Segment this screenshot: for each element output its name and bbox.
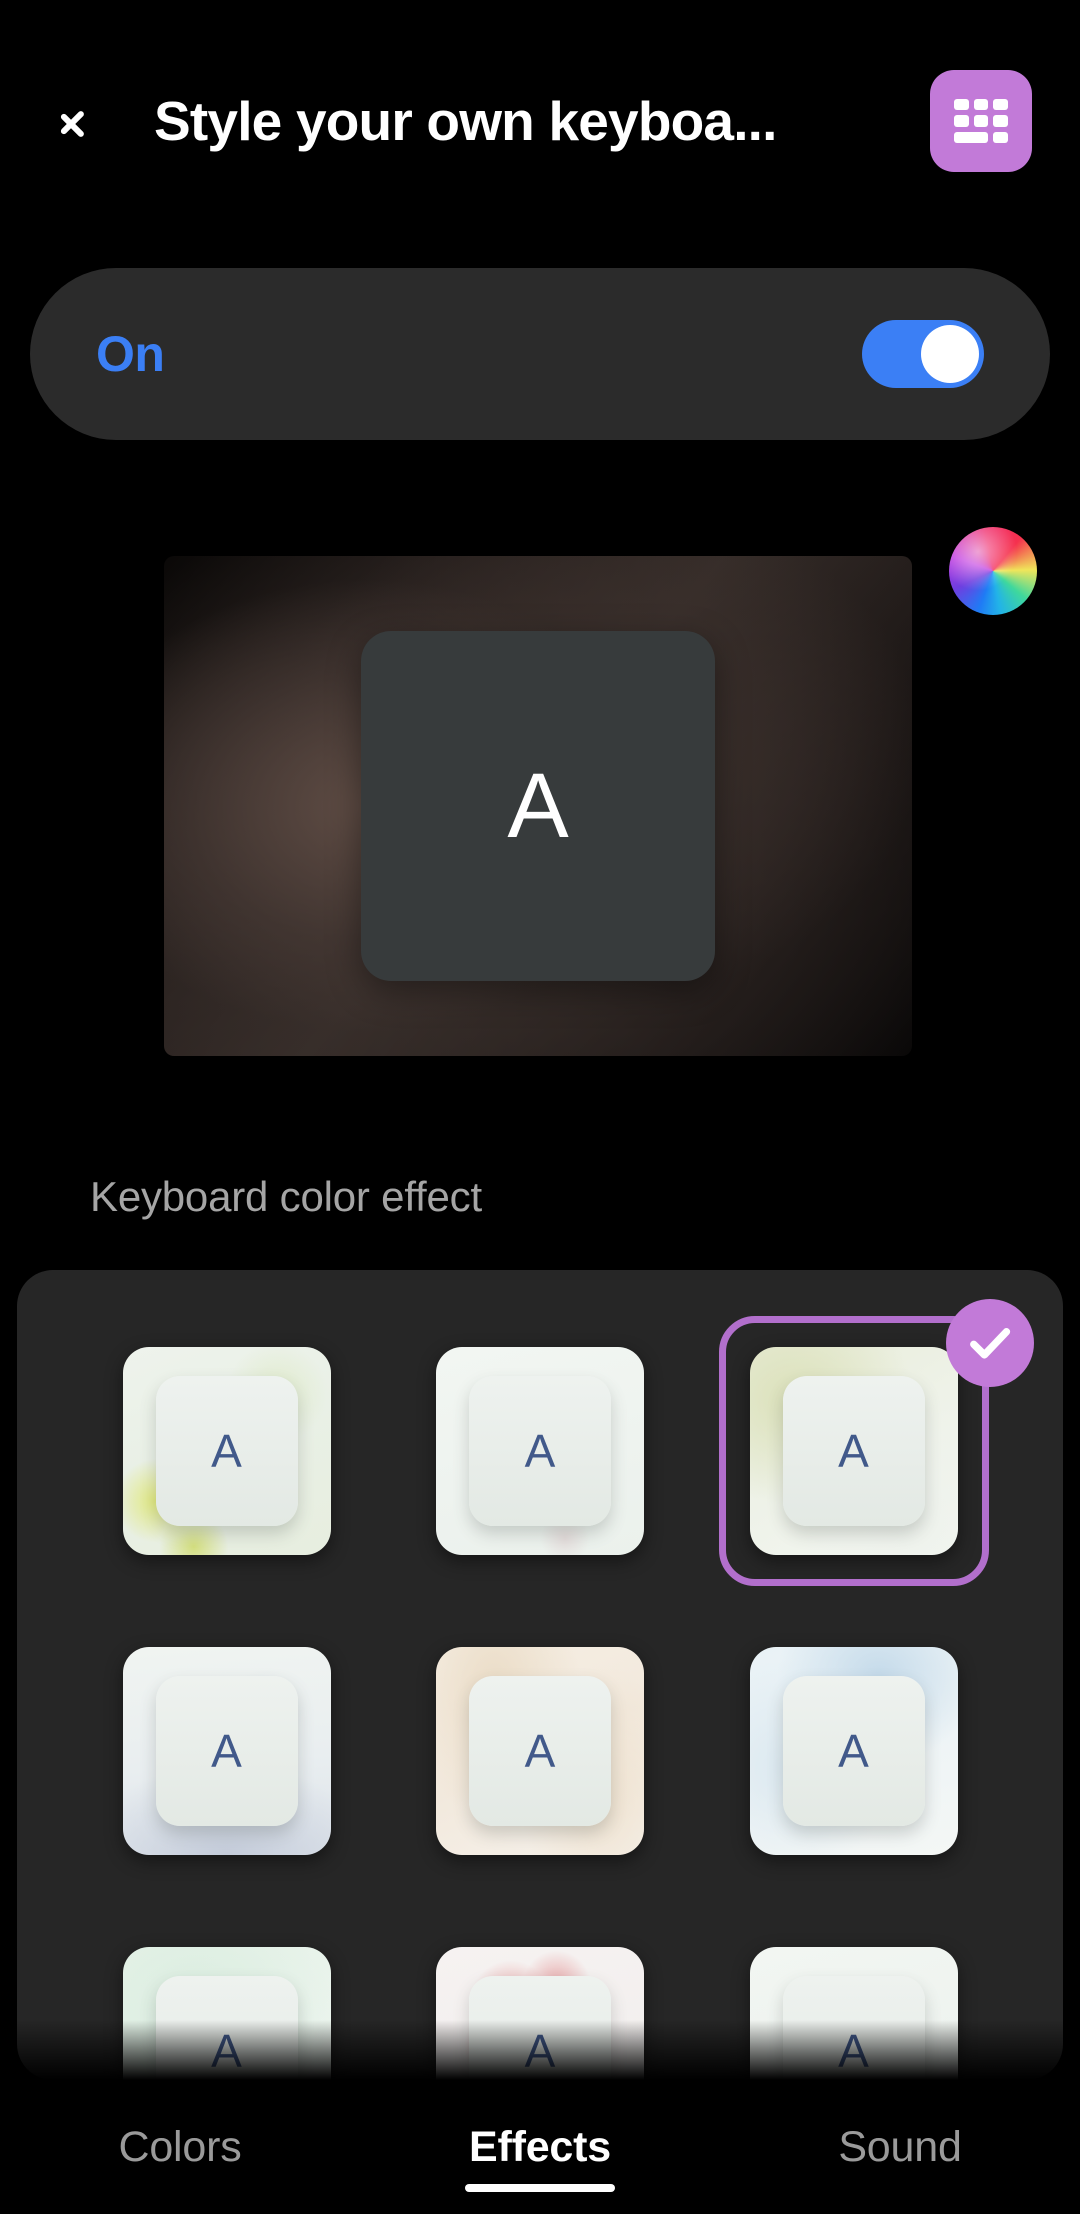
toggle-thumb <box>921 325 979 383</box>
chevron-left-icon <box>81 98 107 144</box>
app-screen: Style your own keyboa... On A Keyboard c… <box>0 0 1080 2214</box>
active-tab-indicator <box>465 2184 615 2192</box>
effect-key: A <box>155 1376 298 1526</box>
effect-key-letter: A <box>838 1425 869 1477</box>
enable-toggle-switch[interactable] <box>862 320 984 388</box>
back-button[interactable] <box>48 75 140 167</box>
effect-key: A <box>469 1976 611 2080</box>
keyboard-keys-glyph <box>954 99 1008 143</box>
check-icon <box>969 1328 1010 1359</box>
effect-option-8[interactable]: A <box>436 1947 644 2080</box>
effects-grid-panel: A A A A A A A A A <box>17 1270 1063 2080</box>
effect-thumbnail: A <box>122 1347 331 1555</box>
effect-key: A <box>469 1676 611 1826</box>
keyboard-preview[interactable]: A <box>164 556 912 1056</box>
page-title: Style your own keyboa... <box>154 90 777 152</box>
effect-thumbnail: A <box>436 1647 644 1855</box>
effect-thumbnail: A <box>749 1947 958 2080</box>
effect-key-letter: A <box>838 2025 869 2077</box>
effect-thumbnail: A <box>122 1947 331 2080</box>
effects-grid: A A A A A A A A A <box>17 1270 1063 2080</box>
selected-check-badge <box>945 1299 1034 1387</box>
effect-option-3[interactable]: A <box>718 1299 1034 1586</box>
effect-key: A <box>469 1376 611 1526</box>
effect-option-9[interactable]: A <box>749 1947 958 2080</box>
section-title: Keyboard color effect <box>90 1173 482 1220</box>
effect-thumbnail: A <box>749 1347 958 1555</box>
color-wheel-icon[interactable] <box>949 527 1037 615</box>
effect-thumbnail: A <box>436 1347 644 1555</box>
tab-effects[interactable]: Effects <box>360 2080 720 2214</box>
toggle-state-label: On <box>96 326 165 382</box>
effect-key-letter: A <box>211 1725 242 1777</box>
effect-option-4[interactable]: A <box>122 1647 331 1855</box>
effect-key-letter: A <box>524 1425 556 1477</box>
preview-key-letter: A <box>507 755 569 857</box>
enable-toggle-row[interactable]: On <box>30 268 1050 440</box>
effect-option-2[interactable]: A <box>436 1347 644 1555</box>
effect-key: A <box>782 1376 925 1526</box>
app-header: Style your own keyboa... <box>0 62 1080 180</box>
tab-sound-label: Sound <box>838 2122 962 2171</box>
effect-option-5[interactable]: A <box>436 1647 644 1855</box>
tab-colors[interactable]: Colors <box>0 2080 360 2214</box>
effect-key: A <box>782 1976 925 2080</box>
effect-option-6[interactable]: A <box>749 1647 958 1855</box>
tab-effects-label: Effects <box>469 2122 611 2171</box>
effect-key: A <box>155 1976 298 2080</box>
effect-key: A <box>155 1676 298 1826</box>
effect-option-7[interactable]: A <box>122 1947 331 2080</box>
tab-sound[interactable]: Sound <box>720 2080 1080 2214</box>
bottom-tab-bar: Colors Effects Sound <box>0 2080 1080 2214</box>
effect-thumbnail: A <box>122 1647 331 1855</box>
preview-key: A <box>361 631 715 981</box>
effect-key-letter: A <box>524 2025 556 2077</box>
effect-option-1[interactable]: A <box>122 1347 331 1555</box>
effect-thumbnail: A <box>436 1947 644 2080</box>
keyboard-grid-icon[interactable] <box>930 70 1032 172</box>
tab-colors-label: Colors <box>118 2122 242 2171</box>
effect-key-letter: A <box>211 2025 242 2077</box>
effect-key-letter: A <box>211 1425 242 1477</box>
effect-key-letter: A <box>838 1725 869 1777</box>
effect-thumbnail: A <box>749 1647 958 1855</box>
effect-key: A <box>782 1676 925 1826</box>
effect-key-letter: A <box>524 1725 556 1777</box>
